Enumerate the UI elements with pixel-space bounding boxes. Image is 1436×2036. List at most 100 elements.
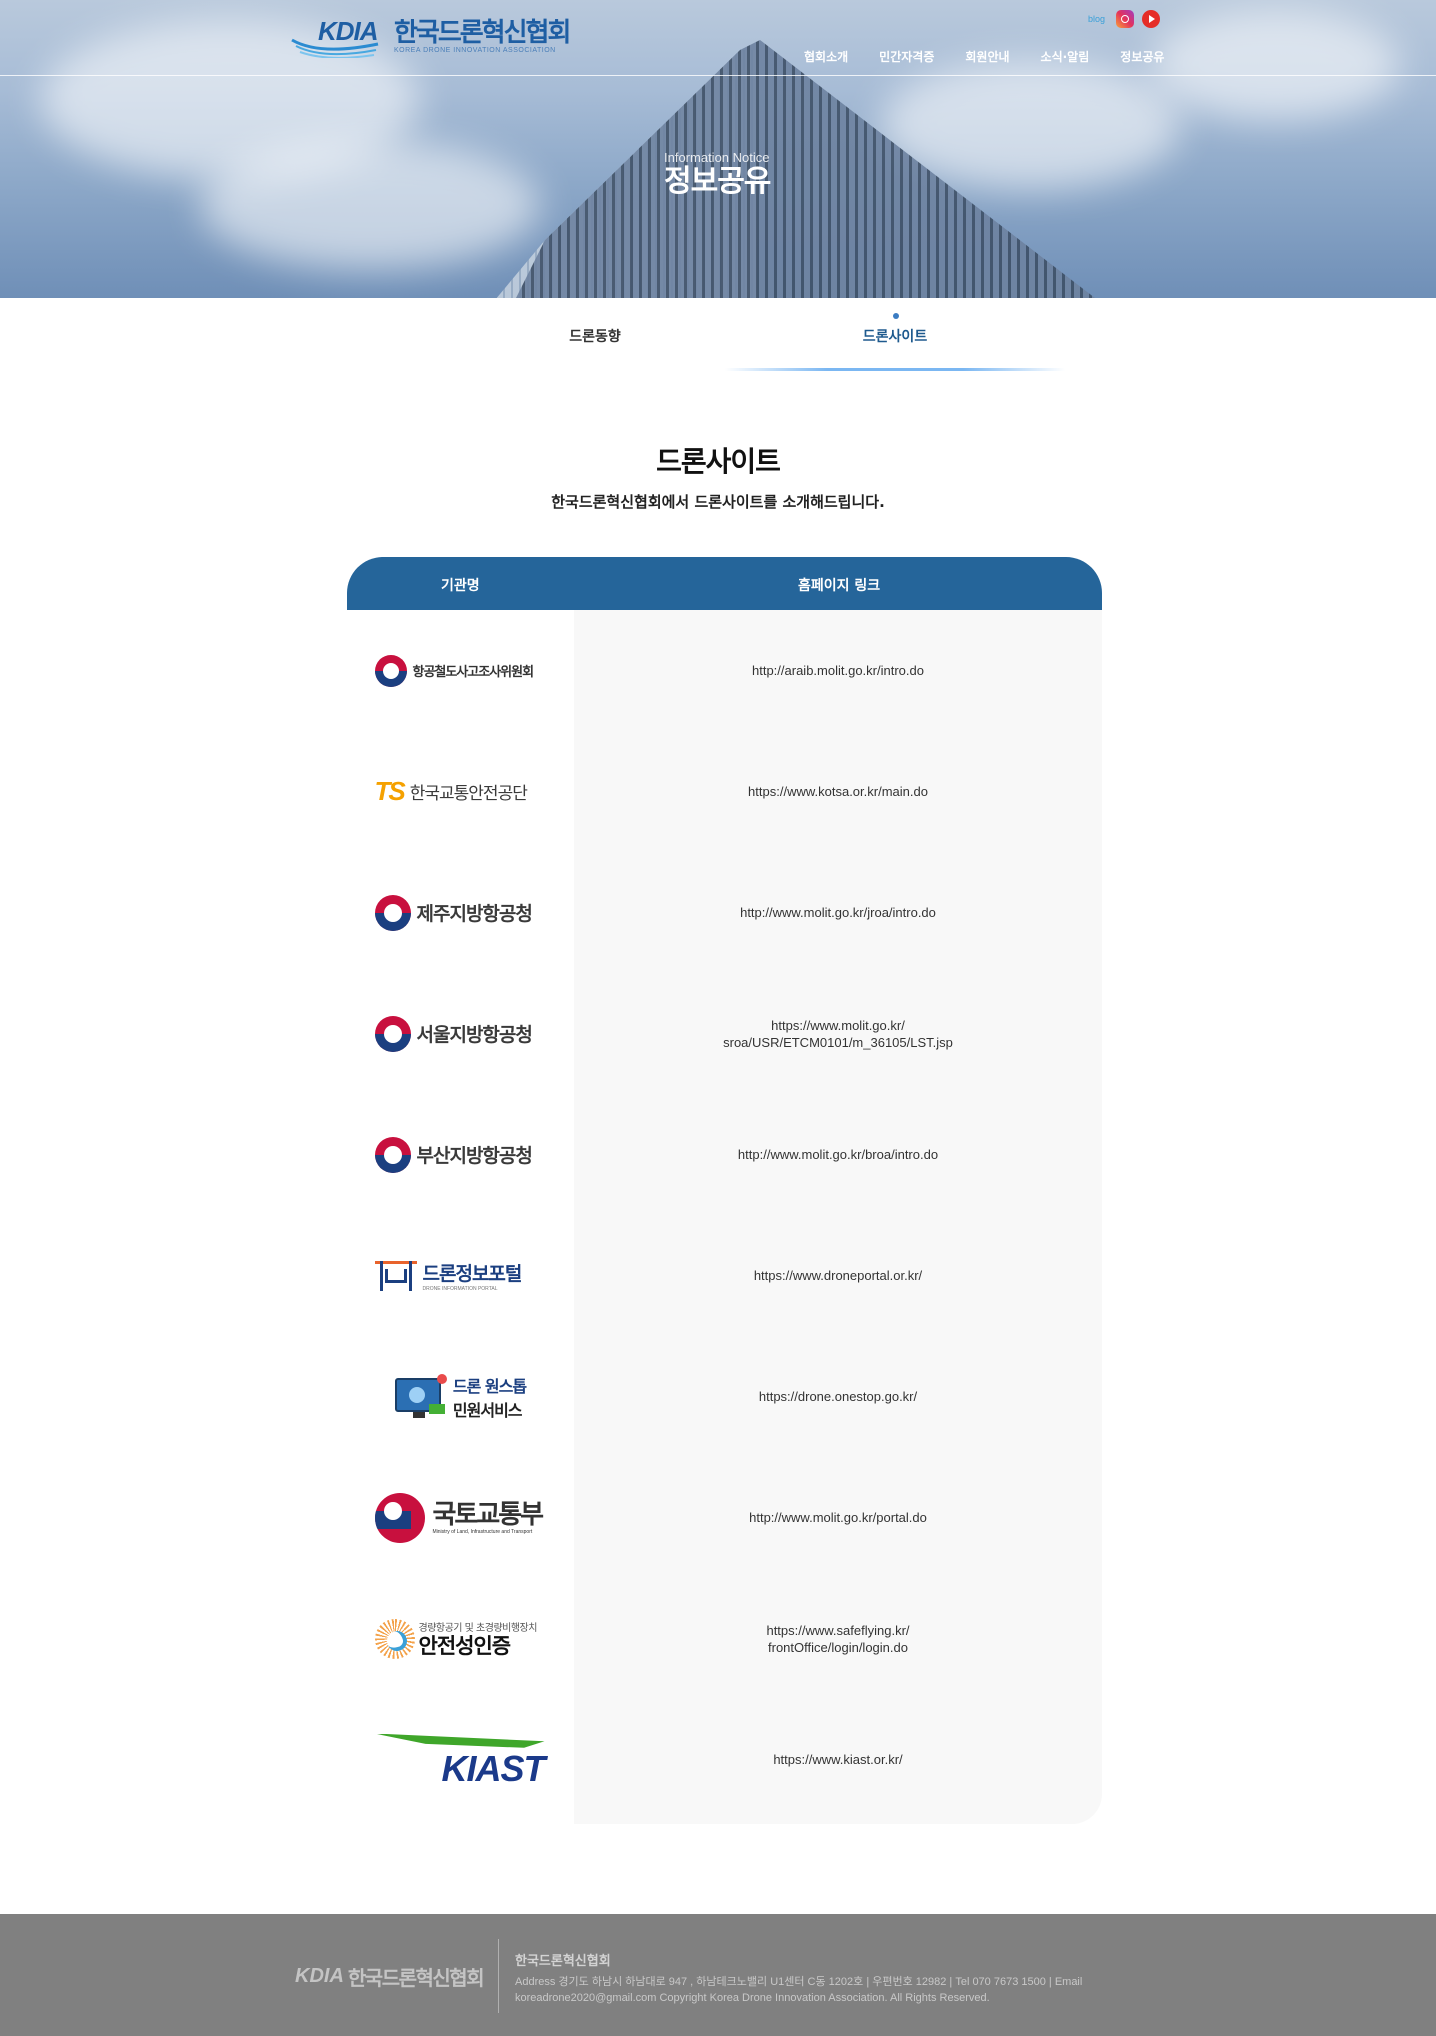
taeguk-icon (374, 1136, 411, 1173)
org-subtitle: 경량항공기 및 초경량비행장치 (418, 1623, 538, 1634)
org-logo-cell: 서울지방항공청 (347, 973, 574, 1094)
footer-bottom-line: koreadrone2020@gmail.com Copyright Korea… (515, 1992, 1155, 2004)
hero-subtitle: Information Notice (664, 150, 770, 165)
link-text: sroa/USR/ETCM0101/m_36105/LST.jsp (723, 1034, 953, 1050)
column-header-org: 기관명 (441, 578, 480, 594)
org-name-english: Ministry of Land, Infrastructure and Tra… (432, 1528, 533, 1535)
sites-table: 항공철도사고조사위원회 http://araib.molit.go.kr/int… (347, 610, 1102, 1824)
org-name: 안전성인증 (418, 1634, 512, 1658)
table-header: 기관명 홈페이지 링크 (347, 557, 1102, 610)
org-logo[interactable]: 경량항공기 및 초경량비행장치 안전성인증 (374, 1617, 547, 1661)
cloud-decoration (1150, 10, 1400, 120)
page-title: 드론사이트 (656, 445, 781, 478)
ts-logo-icon: TS (374, 776, 406, 806)
monitor-icon (394, 1373, 447, 1420)
active-tab-indicator (725, 368, 1065, 371)
link-text: http://www.molit.go.kr/jroa/intro.do (740, 905, 936, 920)
nav-item-certificate[interactable]: 민간자격증 (879, 48, 934, 65)
logo-english: KOREA DRONE INNOVATION ASSOCIATION (394, 46, 556, 54)
homepage-link[interactable]: https://www.molit.go.kr/ sroa/USR/ETCM01… (574, 973, 1102, 1094)
social-links: blog (1088, 10, 1160, 28)
active-dot-icon (893, 313, 899, 319)
table-row: 서울지방항공청 https://www.molit.go.kr/ sroa/US… (347, 973, 1102, 1094)
org-logo-cell: KIAST (347, 1699, 574, 1820)
org-logo[interactable]: 제주지방항공청 (374, 891, 547, 935)
table-row: 항공철도사고조사위원회 http://araib.molit.go.kr/int… (347, 610, 1102, 731)
header-divider (0, 75, 1436, 76)
footer-address: Address 경기도 하남시 하남대로 947 , 하남테크노밸리 U1센터 … (515, 1976, 1083, 1988)
org-name: 드론 원스톱 (452, 1376, 527, 1396)
drone-portal-icon (374, 1259, 417, 1293)
link-text: frontOffice/login/login.do (768, 1639, 908, 1655)
hero-banner: KDIA 한국드론혁신협회 KOREA DRONE INNOVATION ASS… (0, 0, 1436, 298)
homepage-link[interactable]: https://www.kiast.or.kr/ (574, 1699, 1102, 1820)
org-logo-cell: 제주지방항공청 (347, 852, 574, 973)
homepage-link[interactable]: http://araib.molit.go.kr/intro.do (574, 610, 1102, 731)
link-text: https://www.droneportal.or.kr/ (753, 1268, 923, 1283)
org-logo-cell: 항공철도사고조사위원회 (347, 610, 574, 731)
org-logo[interactable]: 국토교통부 Ministry of Land, Infrastructure a… (374, 1492, 547, 1543)
org-name: 제주지방항공청 (416, 903, 533, 925)
homepage-link[interactable]: http://www.molit.go.kr/broa/intro.do (574, 1094, 1102, 1215)
org-logo-cell: 드론 원스톱 민원서비스 (347, 1336, 574, 1457)
tab-drone-sites[interactable]: 드론사이트 (725, 298, 1065, 378)
org-logo[interactable]: 드론정보포털 DRONE INFORMATION PORTAL (374, 1254, 547, 1298)
org-name: KIAST (441, 1747, 546, 1789)
homepage-link[interactable]: https://www.kotsa.or.kr/main.do (574, 731, 1102, 852)
footer-logo: KDIA 한국드론혁신협회 (295, 1962, 485, 1991)
org-name: 부산지방항공청 (416, 1145, 533, 1167)
org-name-english: DRONE INFORMATION PORTAL (422, 1286, 498, 1292)
youtube-icon[interactable] (1142, 10, 1160, 28)
org-logo-cell: 드론정보포털 DRONE INFORMATION PORTAL (347, 1215, 574, 1336)
org-logo-cell: 경량항공기 및 초경량비행장치 안전성인증 (347, 1578, 574, 1699)
tab-drone-trends[interactable]: 드론동향 (425, 298, 765, 378)
org-logo-cell: 부산지방항공청 (347, 1094, 574, 1215)
logo-korean: 한국드론혁신협회 (394, 17, 571, 48)
taeguk-icon (374, 1015, 411, 1052)
table-row: KIAST https://www.kiast.or.kr/ (347, 1699, 1102, 1820)
org-logo[interactable]: 항공철도사고조사위원회 (374, 649, 547, 693)
footer-email[interactable]: koreadrone2020@gmail.com (515, 1992, 656, 2004)
link-text: http://araib.molit.go.kr/intro.do (752, 663, 924, 678)
homepage-link[interactable]: http://www.molit.go.kr/portal.do (574, 1457, 1102, 1578)
org-logo-cell: TS 한국교통안전공단 (347, 731, 574, 852)
nav-item-news[interactable]: 소식·알림 (1041, 48, 1090, 65)
org-logo[interactable]: KIAST (374, 1732, 547, 1789)
link-text: https://www.safeflying.kr/ (766, 1622, 910, 1638)
link-text: http://www.molit.go.kr/broa/intro.do (737, 1147, 939, 1162)
footer: KDIA 한국드론혁신협회 한국드론혁신협회 Address 경기도 하남시 하… (0, 1914, 1436, 2036)
org-logo[interactable]: 드론 원스톱 민원서비스 (375, 1373, 547, 1420)
cloud-decoration (200, 140, 540, 270)
org-name-line2: 민원서비스 (452, 1400, 523, 1420)
footer-org-name: 한국드론혁신협회 (515, 1954, 611, 1969)
org-logo[interactable]: TS 한국교통안전공단 (375, 770, 547, 814)
link-text: https://www.molit.go.kr/ (771, 1017, 905, 1033)
table-row: 드론정보포털 DRONE INFORMATION PORTAL https://… (347, 1215, 1102, 1336)
org-logo-cell: 국토교통부 Ministry of Land, Infrastructure a… (347, 1457, 574, 1578)
hero-title: 정보공유 (664, 164, 771, 199)
footer-divider (498, 1939, 499, 2013)
hero-title-block: Information Notice 정보공유 (664, 150, 864, 199)
homepage-link[interactable]: https://www.safeflying.kr/ frontOffice/l… (574, 1578, 1102, 1699)
homepage-link[interactable]: https://www.droneportal.or.kr/ (574, 1215, 1102, 1336)
table-row: 국토교통부 Ministry of Land, Infrastructure a… (347, 1457, 1102, 1578)
org-logo[interactable]: 서울지방항공청 (374, 1012, 547, 1056)
site-logo[interactable]: KDIA 한국드론혁신협회 KOREA DRONE INNOVATION ASS… (290, 14, 571, 58)
instagram-icon[interactable] (1116, 10, 1134, 28)
table-row: 제주지방항공청 http://www.molit.go.kr/jroa/intr… (347, 852, 1102, 973)
footer-info: 한국드론혁신협회 Address 경기도 하남시 하남대로 947 , 하남테크… (515, 1950, 1155, 2004)
blog-link[interactable]: blog (1088, 14, 1108, 24)
link-text: https://www.kiast.or.kr/ (773, 1752, 903, 1767)
homepage-link[interactable]: http://www.molit.go.kr/jroa/intro.do (574, 852, 1102, 973)
homepage-link[interactable]: https://drone.onestop.go.kr/ (574, 1336, 1102, 1457)
nav-item-membership[interactable]: 회원안내 (965, 48, 1009, 65)
org-name: 서울지방항공청 (416, 1024, 533, 1046)
org-logo[interactable]: 부산지방항공청 (374, 1133, 547, 1177)
link-text: https://www.kotsa.or.kr/main.do (748, 784, 928, 799)
table-row: 드론 원스톱 민원서비스 https://drone.onestop.go.kr… (347, 1336, 1102, 1457)
nav-item-info[interactable]: 정보공유 (1120, 48, 1164, 65)
nav-item-about[interactable]: 협회소개 (804, 48, 848, 65)
footer-copyright: Copyright Korea Drone Innovation Associa… (659, 1992, 990, 2004)
kdia-logo-mark: KDIA (290, 16, 390, 58)
org-name: 국토교통부 (432, 1499, 545, 1530)
